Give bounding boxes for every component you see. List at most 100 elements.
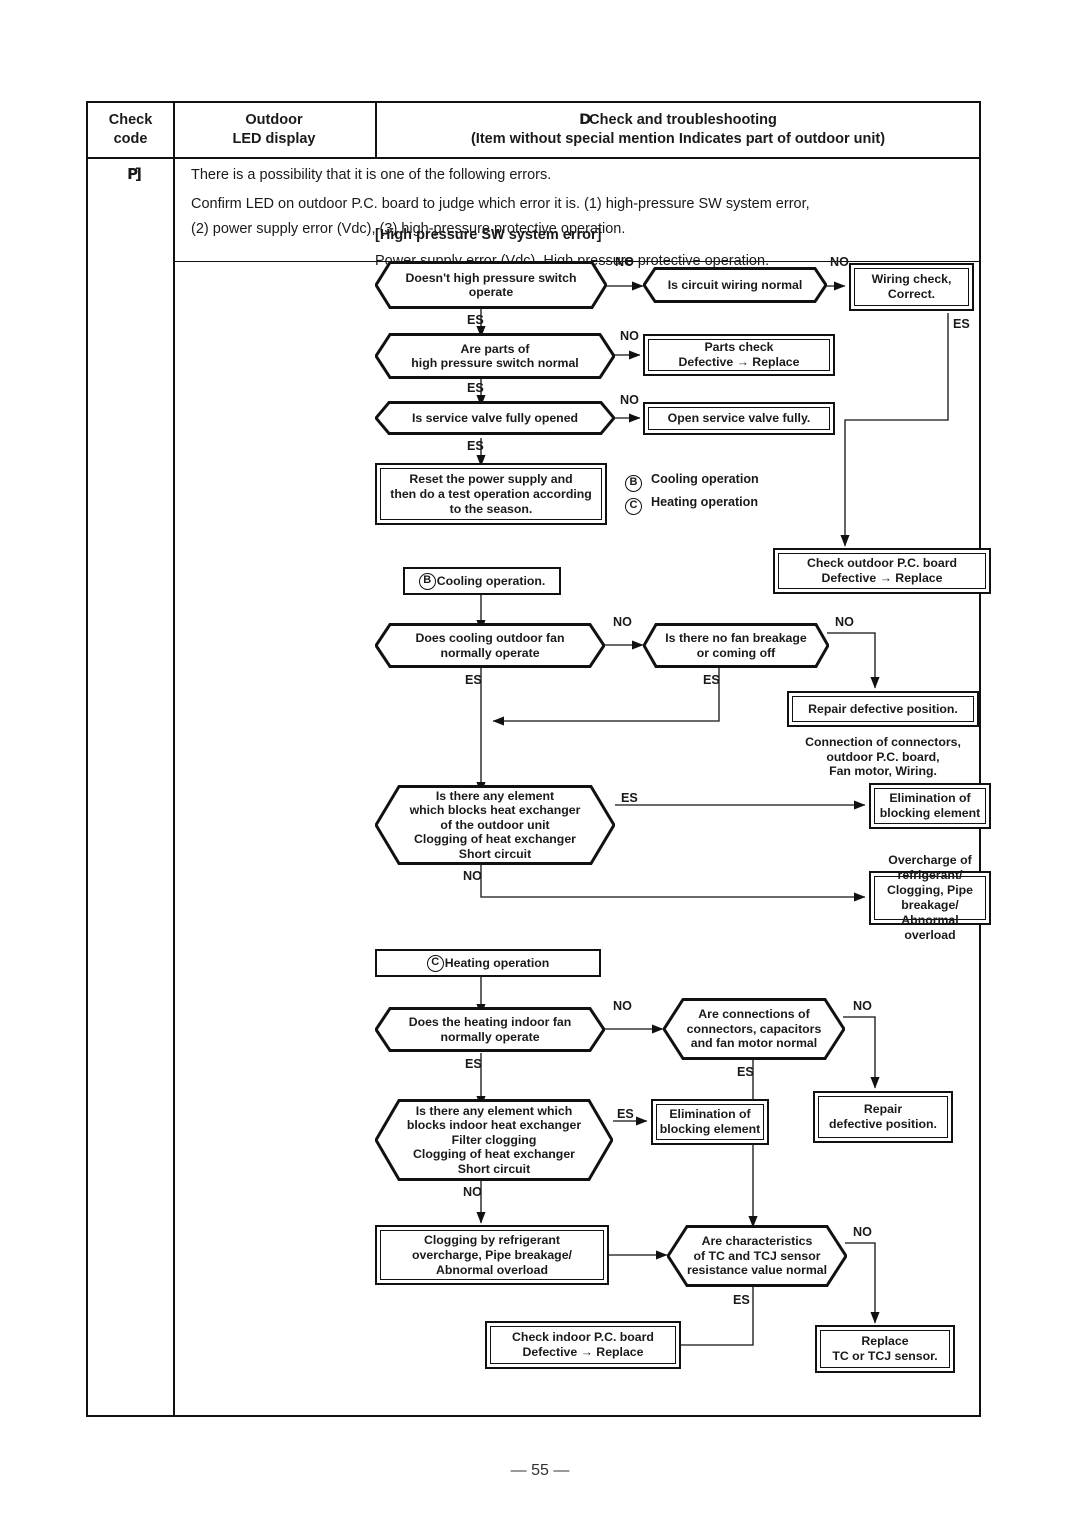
action-open-service-valve-fully: Open service valve fully. [643, 402, 835, 435]
d10-line1: Is there any element which [415, 1103, 573, 1118]
edge-label-no-11: NO [853, 1225, 872, 1239]
action-elimination-blocking-element-outdoor: Elimination of blocking element [869, 783, 991, 829]
edge-label-yes-9: ES [737, 1065, 754, 1079]
b1-line2: Correct. [887, 287, 936, 301]
header-divider-2 [375, 103, 377, 159]
d7-line2: which blocks heat exchanger [409, 803, 581, 818]
header-check-and-troubleshooting: DCheck and troubleshooting (Item without… [470, 112, 886, 147]
d5-line2: normally operate [440, 645, 540, 660]
b6-line2: Defective → Replace [821, 571, 943, 585]
marker-circle-c: C [426, 954, 444, 972]
note-connection-of-connectors: Connection of connectors, outdoor P.C. b… [779, 735, 987, 779]
b15-line2: TC or TCJ sensor. [832, 1349, 938, 1363]
flowchart-title: [High pressure SW system error] [375, 227, 602, 243]
decision-service-valve-fully-opened: Is service valve fully opened [375, 401, 615, 435]
action-overcharge-of-refrigerant: Overcharge of refrigerant/ Clogging, Pip… [869, 853, 991, 942]
d7-line5: Short circuit [458, 846, 532, 861]
d1-line2: operate [468, 285, 514, 299]
b14-line1: Check indoor P.C. board [512, 1330, 654, 1344]
decision-cooling-outdoor-fan-operate: Does cooling outdoor fan normally operat… [375, 623, 605, 668]
d2-text: Is circuit wiring normal [667, 277, 803, 292]
edge-label-yes-8: ES [465, 1057, 482, 1071]
d8-line1: Does the heating indoor fan [408, 1015, 572, 1030]
d9-line3: and fan motor normal [690, 1036, 818, 1051]
edge-label-no-1: NO [615, 255, 634, 269]
d7-line4: Clogging of heat exchanger [414, 832, 576, 847]
legend-circle-b: B [625, 475, 642, 492]
d5-line1: Does cooling outdoor fan [415, 631, 565, 646]
b13-line2: overcharge, Pipe breakage/ [412, 1247, 572, 1262]
edge-label-yes-6: ES [703, 673, 720, 687]
d11-line3: resistance value normal [686, 1263, 828, 1278]
edge-label-no-6: NO [835, 615, 854, 629]
b10-text: Heating operation [444, 955, 550, 970]
d11-line2: of TC and TCJ sensor [693, 1248, 821, 1263]
flowchart: [High pressure SW system error] Power su… [375, 227, 991, 1413]
edge-label-yes-5: ES [465, 673, 482, 687]
b9-line3: Abnormal overload [901, 913, 959, 942]
b9-line2: Clogging, Pipe breakage/ [886, 883, 974, 912]
d11-line1: Are characteristics [701, 1234, 813, 1249]
b5-text: Cooling operation. [436, 573, 546, 588]
b2-line1: Parts check [704, 340, 774, 354]
section-marker-cooling-operation: B Cooling operation. [403, 567, 561, 595]
body-column-divider [173, 159, 175, 1417]
d7-line1: Is there any element [435, 788, 555, 803]
decision-element-blocks-outdoor-heat-exchanger: Is there any element which blocks heat e… [375, 785, 615, 865]
page-footer: — 55 — [510, 1462, 570, 1479]
b8-line1: Elimination of [889, 791, 971, 805]
d3-line1: Are parts of [460, 341, 530, 356]
edge-label-yes-7: ES [621, 791, 638, 805]
b8-line2: blocking element [879, 806, 981, 820]
d8-line2: normally operate [440, 1029, 540, 1044]
header-prefix-glyph: D [579, 112, 591, 128]
d9-line1: Are connections of [698, 1007, 810, 1022]
edge-label-no-8: NO [613, 999, 632, 1013]
table-header-row: Check code Outdoor LED display DCheck an… [88, 103, 979, 159]
decision-parts-of-high-pressure-switch-normal: Are parts of high pressure switch normal [375, 333, 615, 379]
b4-line1: Reset the power supply and [409, 471, 573, 486]
d6-line2: or coming off [696, 645, 776, 660]
header-check-code: Check code [108, 112, 153, 147]
b13-line1: Clogging by refrigerant [424, 1232, 560, 1247]
edge-label-no-7: NO [463, 869, 482, 883]
action-repair-defective-position-heating: Repair defective position. [813, 1091, 953, 1143]
legend-label-heating: Heating operation [651, 495, 759, 509]
b11-line1: Elimination of [669, 1107, 751, 1121]
check-code-value: P] [127, 165, 142, 183]
decision-element-blocks-indoor-heat-exchanger: Is there any element which blocks indoor… [375, 1099, 613, 1181]
b6-line1: Check outdoor P.C. board [806, 556, 958, 570]
d10-line4: Clogging of heat exchanger [413, 1147, 575, 1162]
decision-connections-connectors-capacitors-fan-motor: Are connections of connectors, capacitor… [663, 998, 845, 1060]
d9-line2: connectors, capacitors [686, 1021, 822, 1036]
legend-label-cooling: Cooling operation [651, 472, 759, 486]
marker-circle-b: B [418, 572, 436, 590]
edge-label-no-4: NO [620, 393, 639, 407]
b1-line1: Wiring check, [871, 272, 952, 286]
decision-high-pressure-switch-operate: Doesn't high pressure switch operate [375, 261, 607, 309]
action-replace-tc-tcj-sensor: Replace TC or TCJ sensor. [815, 1325, 955, 1373]
b14-line2: Defective → Replace [522, 1345, 644, 1359]
d4-text: Is service valve fully opened [411, 410, 579, 425]
b11-line2: blocking element [659, 1122, 761, 1136]
troubleshooting-table: Check code Outdoor LED display DCheck an… [86, 101, 991, 1417]
legend-circle-c: C [625, 498, 642, 515]
decision-circuit-wiring-normal: Is circuit wiring normal [643, 267, 827, 303]
note1-line1: Connection of connectors, [805, 735, 961, 749]
d7-line3: of the outdoor unit [440, 817, 550, 832]
edge-label-yes-4: ES [467, 439, 484, 453]
b15-line1: Replace [861, 1334, 909, 1348]
action-reset-power-supply: Reset the power supply and then do a tes… [375, 463, 607, 525]
action-elimination-blocking-element-indoor: Elimination of blocking element [651, 1099, 769, 1145]
b7-text: Repair defective position. [792, 696, 974, 722]
edge-label-yes-10: ES [617, 1107, 634, 1121]
b4-line2: then do a test operation according [390, 486, 592, 501]
d10-line5: Short circuit [457, 1161, 531, 1176]
edge-label-no-5: NO [613, 615, 632, 629]
section-marker-heating-operation: C Heating operation [375, 949, 601, 977]
action-check-indoor-pc-board: Check indoor P.C. board Defective → Repl… [485, 1321, 681, 1369]
b2-line2: Defective → Replace [678, 355, 800, 369]
intro-line-1: There is a possibility that it is one of… [191, 167, 552, 183]
note1-line3: Fan motor, Wiring. [829, 764, 937, 778]
decision-fan-breakage-or-coming-off: Is there no fan breakage or coming off [643, 623, 829, 668]
